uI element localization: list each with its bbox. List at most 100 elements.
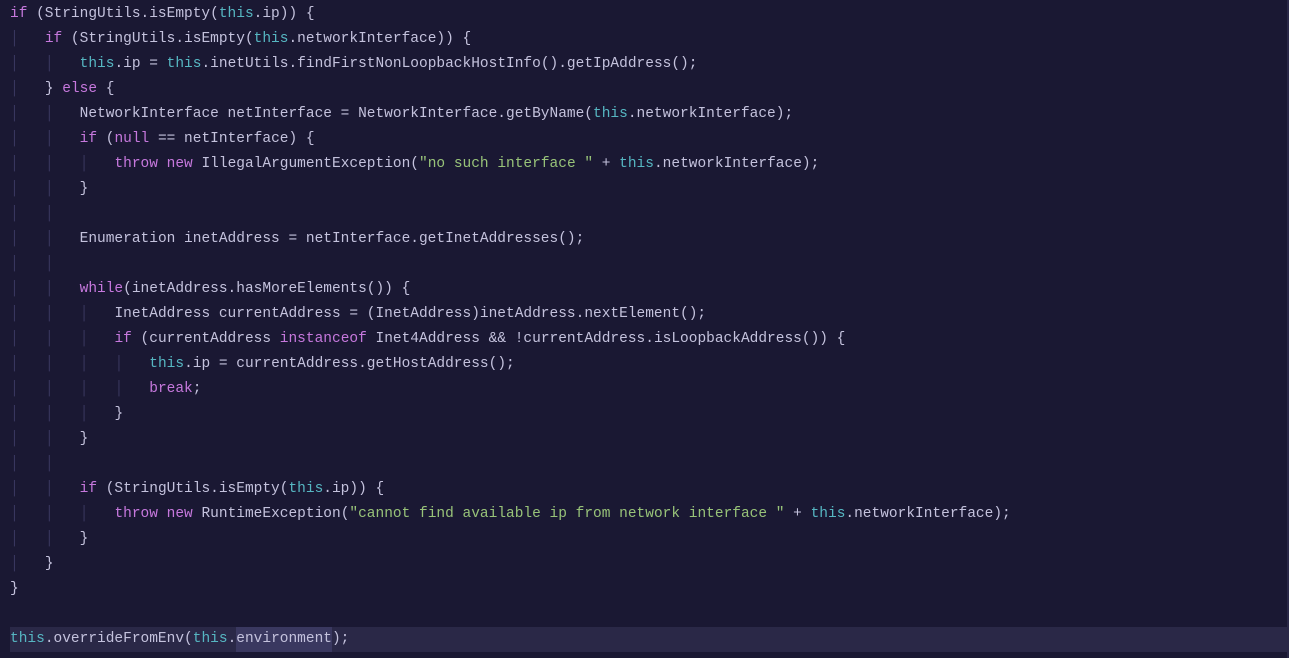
indent-guide: │ — [10, 327, 45, 352]
token-kw-this: this — [619, 152, 654, 177]
token-kw-flow: throw — [114, 502, 158, 527]
code-line[interactable]: │ │ if (StringUtils.isEmpty(this.ip)) { — [10, 477, 1289, 502]
code-line[interactable]: │ │ │ throw new IllegalArgumentException… — [10, 152, 1289, 177]
code-line[interactable]: if (StringUtils.isEmpty(this.ip)) { — [10, 2, 1289, 27]
indent-guide: │ — [45, 202, 80, 227]
code-line[interactable]: │ │ — [10, 202, 1289, 227]
token-kw-this: this — [254, 27, 289, 52]
code-line[interactable] — [10, 602, 1289, 627]
token-punct: } — [80, 177, 89, 202]
code-line[interactable]: │ } else { — [10, 77, 1289, 102]
token-kw-null: null — [114, 127, 149, 152]
token-punct: . — [228, 627, 237, 652]
code-line[interactable]: │ │ NetworkInterface netInterface = Netw… — [10, 102, 1289, 127]
code-line[interactable]: │ if (StringUtils.isEmpty(this.networkIn… — [10, 27, 1289, 52]
token-punct: + — [784, 502, 810, 527]
token-cursor-word: environment — [236, 627, 332, 652]
token-punct: .ip)) { — [323, 477, 384, 502]
token-punct — [158, 152, 167, 177]
code-line[interactable]: │ │ │ if (currentAddress instanceof Inet… — [10, 327, 1289, 352]
token-punct: { — [97, 77, 114, 102]
token-punct: .networkInterface); — [654, 152, 819, 177]
token-kw-flow: if — [10, 2, 27, 27]
token-punct: (inetAddress.hasMoreElements()) { — [123, 277, 410, 302]
token-kw-this: this — [10, 627, 45, 652]
token-punct: == netInterface) { — [149, 127, 314, 152]
code-line[interactable]: │ │ this.ip = this.inetUtils.findFirstNo… — [10, 52, 1289, 77]
token-kw-this: this — [167, 52, 202, 77]
token-kw-flow: throw — [114, 152, 158, 177]
token-punct: .ip = — [114, 52, 166, 77]
token-kw-this: this — [80, 52, 115, 77]
token-punct: } — [45, 552, 54, 577]
token-punct: .networkInterface); — [845, 502, 1010, 527]
token-punct: IllegalArgumentException( — [193, 152, 419, 177]
token-punct: } — [10, 577, 19, 602]
code-line[interactable]: │ │ } — [10, 527, 1289, 552]
indent-guide: │ — [10, 452, 45, 477]
token-punct: .overrideFromEnv( — [45, 627, 193, 652]
indent-guide: │ — [10, 77, 45, 102]
token-punct: (StringUtils.isEmpty( — [27, 2, 218, 27]
indent-guide: │ — [10, 352, 45, 377]
indent-guide: │ — [10, 152, 45, 177]
token-punct: } — [114, 402, 123, 427]
token-kw-flow: else — [62, 77, 97, 102]
token-punct: ( — [97, 127, 114, 152]
indent-guide: │ — [10, 502, 45, 527]
indent-guide: │ — [10, 227, 45, 252]
token-punct: .networkInterface); — [628, 102, 793, 127]
token-punct: ; — [193, 377, 202, 402]
token-kw-this: this — [593, 102, 628, 127]
token-punct: } — [80, 527, 89, 552]
token-punct — [158, 502, 167, 527]
token-kw-this: this — [193, 627, 228, 652]
indent-guide: │ — [80, 377, 115, 402]
indent-guide: │ — [10, 102, 45, 127]
code-line[interactable]: │ │ │ throw new RuntimeException("cannot… — [10, 502, 1289, 527]
code-line[interactable]: │ } — [10, 552, 1289, 577]
token-punct: Inet4Address && !currentAddress.isLoopba… — [367, 327, 846, 352]
indent-guide: │ — [10, 202, 45, 227]
code-line[interactable]: │ │ if (null == netInterface) { — [10, 127, 1289, 152]
code-line[interactable]: │ │ │ │ this.ip = currentAddress.getHost… — [10, 352, 1289, 377]
token-kw-this: this — [219, 2, 254, 27]
indent-guide: │ — [10, 52, 45, 77]
indent-guide: │ — [45, 152, 80, 177]
indent-guide: │ — [10, 527, 45, 552]
indent-guide: │ — [45, 427, 80, 452]
indent-guide: │ — [10, 27, 45, 52]
code-line[interactable]: │ │ } — [10, 427, 1289, 452]
code-line[interactable]: │ │ │ } — [10, 402, 1289, 427]
indent-guide: │ — [80, 502, 115, 527]
indent-guide: │ — [10, 252, 45, 277]
code-line[interactable]: │ │ Enumeration inetAddress = netInterfa… — [10, 227, 1289, 252]
code-line[interactable]: │ │ — [10, 452, 1289, 477]
token-punct: .inetUtils.findFirstNonLoopbackHostInfo(… — [201, 52, 697, 77]
code-line[interactable]: } — [10, 577, 1289, 602]
token-kw-this: this — [811, 502, 846, 527]
code-line[interactable]: │ │ — [10, 252, 1289, 277]
token-kw-flow: if — [80, 477, 97, 502]
code-editor[interactable]: if (StringUtils.isEmpty(this.ip)) {│ if … — [0, 0, 1289, 652]
token-kw-this: this — [149, 352, 184, 377]
token-punct: (currentAddress — [132, 327, 280, 352]
code-line[interactable]: this.overrideFromEnv(this.environment); — [10, 627, 1289, 652]
token-punct: } — [80, 427, 89, 452]
indent-guide: │ — [80, 152, 115, 177]
token-kw-flow: break — [149, 377, 193, 402]
indent-guide: │ — [45, 502, 80, 527]
token-kw-flow: if — [80, 127, 97, 152]
code-line[interactable]: │ │ while(inetAddress.hasMoreElements())… — [10, 277, 1289, 302]
code-line[interactable]: │ │ │ InetAddress currentAddress = (Inet… — [10, 302, 1289, 327]
token-kw-flow: if — [45, 27, 62, 52]
indent-guide: │ — [10, 127, 45, 152]
indent-guide: │ — [114, 352, 149, 377]
token-string: "no such interface " — [419, 152, 593, 177]
code-line[interactable]: │ │ } — [10, 177, 1289, 202]
indent-guide: │ — [10, 402, 45, 427]
indent-guide: │ — [80, 352, 115, 377]
indent-guide: │ — [45, 377, 80, 402]
indent-guide: │ — [80, 327, 115, 352]
code-line[interactable]: │ │ │ │ break; — [10, 377, 1289, 402]
